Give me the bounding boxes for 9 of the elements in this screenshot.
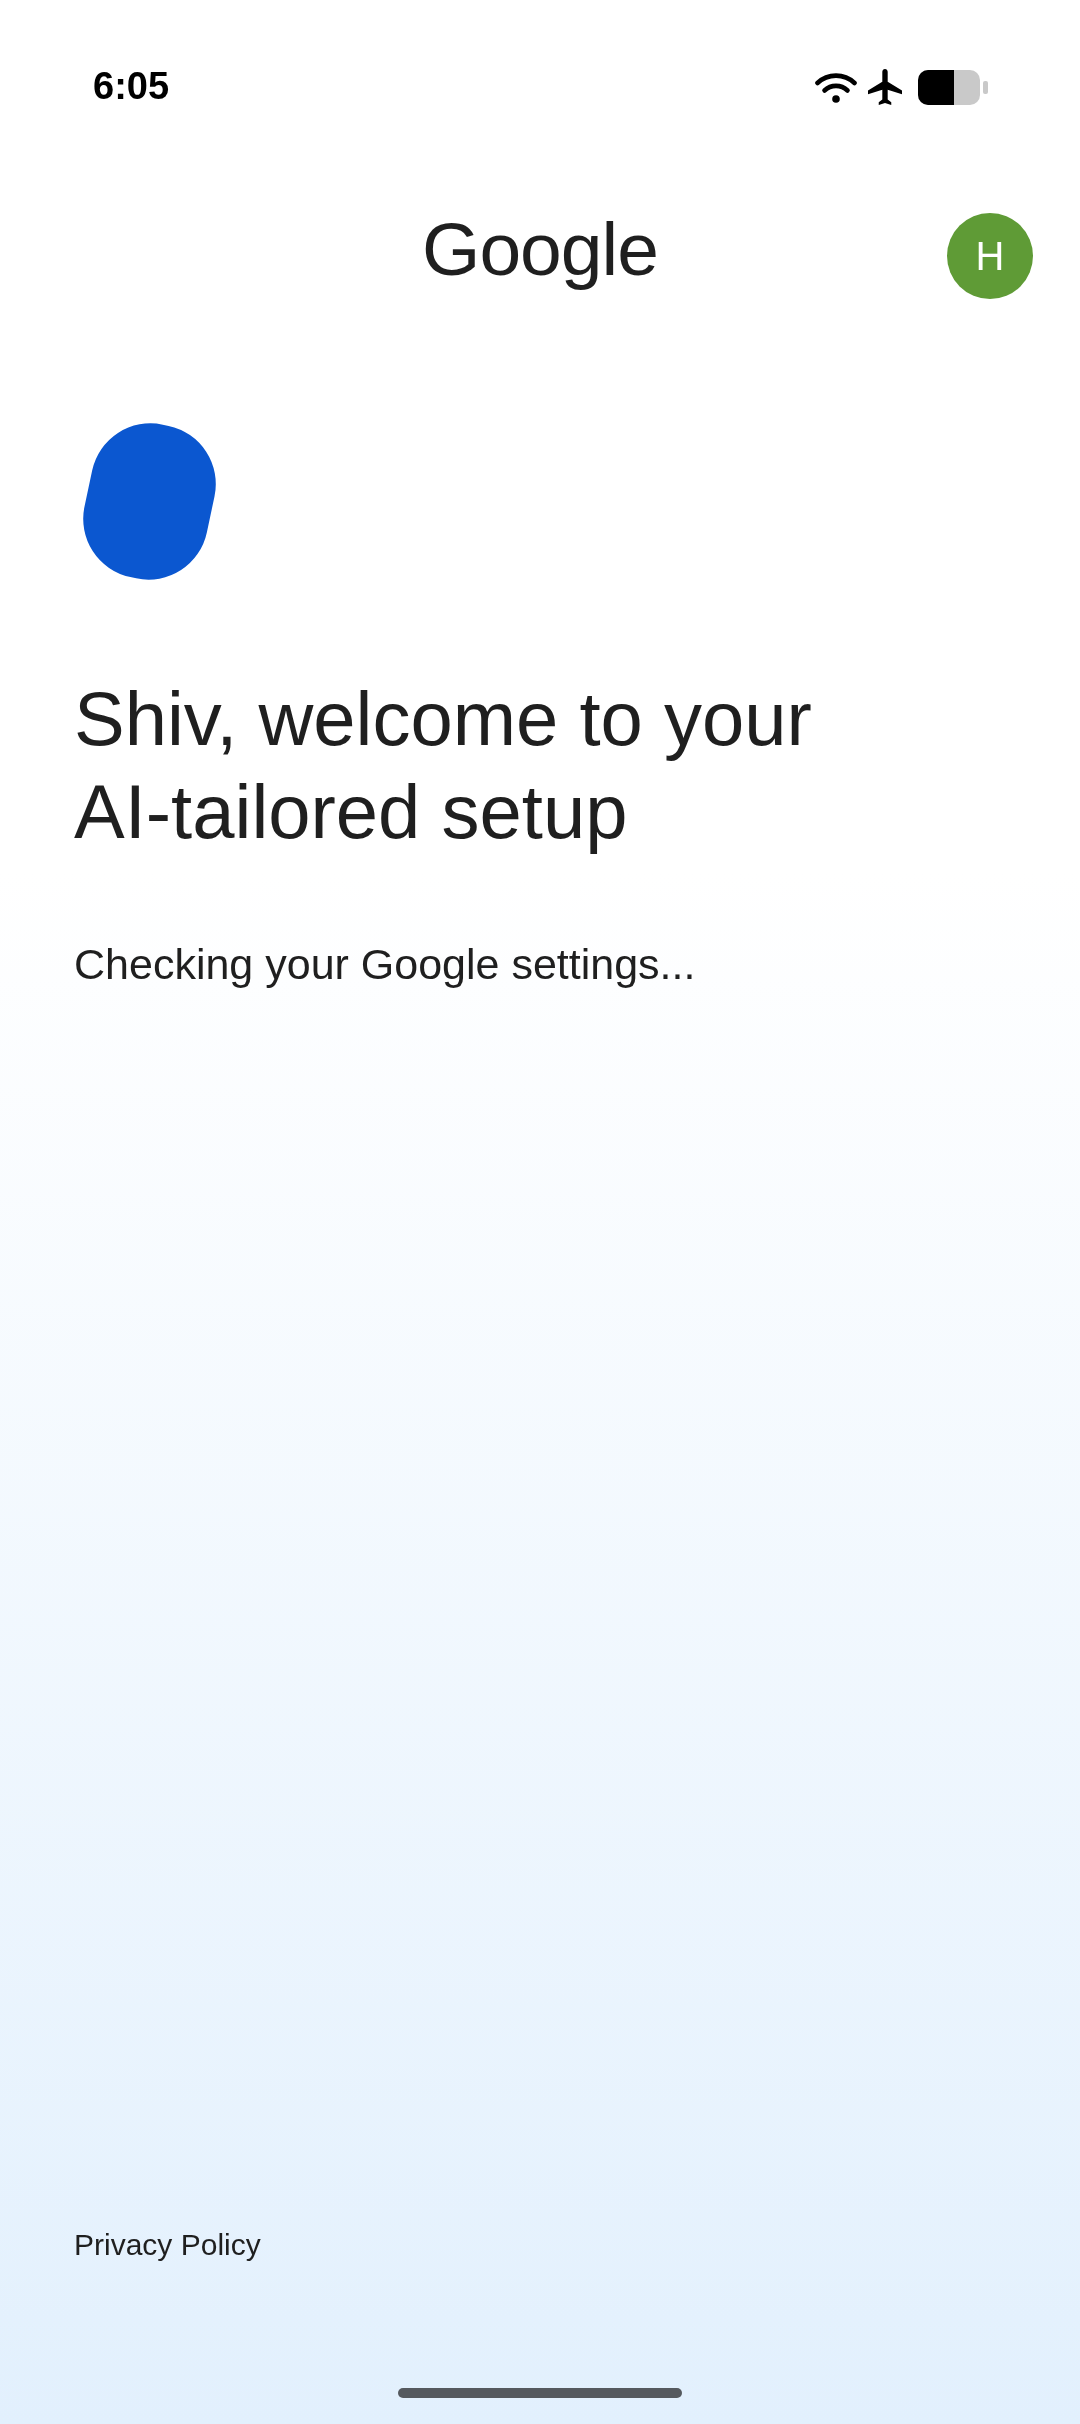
wifi-icon (815, 71, 857, 103)
google-logo: Google (422, 206, 658, 292)
status-time: 6:05 (93, 64, 170, 108)
gesture-handle[interactable] (398, 2388, 682, 2398)
welcome-heading: Shiv, welcome to your AI-tailored setup (74, 675, 813, 856)
battery-icon (918, 69, 988, 105)
status-message: Checking your Google settings... (74, 939, 696, 990)
airplane-icon (868, 69, 902, 105)
privacy-policy-link[interactable]: Privacy Policy (74, 2225, 261, 2265)
